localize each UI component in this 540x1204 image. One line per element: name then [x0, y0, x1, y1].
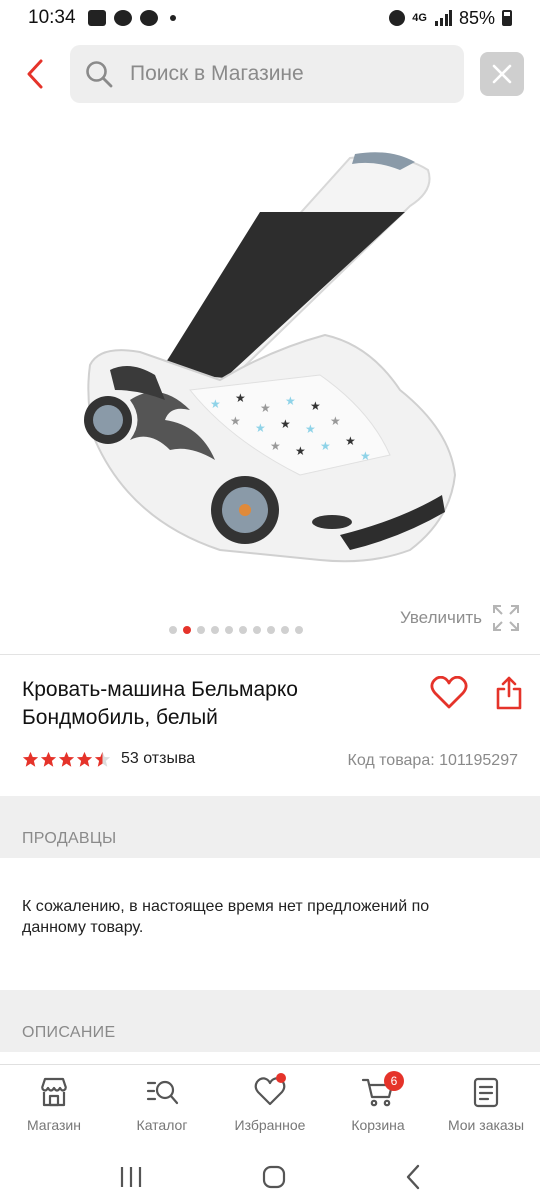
status-time: 10:34: [28, 7, 76, 28]
app-notification-icon: [139, 10, 158, 26]
svg-text:★: ★: [310, 399, 321, 413]
star-icon: [40, 751, 57, 767]
store-icon: [40, 1077, 68, 1107]
no-offers-notice: К сожалению, в настоящее время нет предл…: [22, 898, 430, 936]
product-image[interactable]: ★ ★ ★ ★ ★ ★ ★ ★ ★ ★ ★ ★ ★ ★ ★: [70, 140, 470, 590]
chevron-left-icon: [27, 59, 43, 89]
nav-catalog-label: Каталог: [136, 1117, 188, 1133]
svg-text:★: ★: [260, 401, 271, 415]
zoom-label: Увеличить: [400, 608, 482, 627]
product-title: Кровать-машина Бельмарко Бондмобиль, бел…: [22, 678, 298, 729]
nav-cart-label: Корзина: [351, 1117, 405, 1133]
chat-notification-icon: [113, 10, 132, 26]
gallery-dot[interactable]: [225, 626, 233, 634]
nav-shop[interactable]: Магазин: [0, 1065, 108, 1150]
rating-stars: [22, 751, 111, 768]
nav-favorites[interactable]: Избранное: [216, 1065, 324, 1150]
gallery-dot[interactable]: [183, 626, 191, 634]
gallery-dot[interactable]: [197, 626, 205, 634]
svg-text:★: ★: [360, 449, 371, 463]
top-bar: [0, 44, 540, 104]
star-icon: [58, 751, 75, 767]
nav-catalog[interactable]: Каталог: [108, 1065, 216, 1150]
svg-text:★: ★: [255, 421, 266, 435]
gallery-dot[interactable]: [267, 626, 275, 634]
svg-text:★: ★: [235, 391, 246, 405]
svg-text:★: ★: [285, 394, 296, 408]
nav-orders-label: Мои заказы: [447, 1117, 525, 1133]
gallery-dot[interactable]: [253, 626, 261, 634]
back-nav-icon[interactable]: [404, 1164, 422, 1190]
product-sku: Код товара: 101195297: [347, 752, 519, 769]
sellers-label: ПРОДАВЦЫ: [22, 830, 117, 847]
svg-text:★: ★: [345, 434, 356, 448]
nav-shop-label: Магазин: [26, 1117, 81, 1133]
svg-text:★: ★: [295, 444, 306, 458]
svg-text:★: ★: [280, 417, 291, 431]
svg-text:★: ★: [305, 422, 316, 436]
svg-text:★: ★: [270, 439, 281, 453]
close-button[interactable]: [480, 52, 524, 96]
nav-cart[interactable]: 6 Корзина: [324, 1065, 432, 1150]
battery-percent: 85%: [458, 7, 495, 28]
network-type: 4G: [412, 12, 427, 24]
close-icon: [492, 64, 512, 84]
gallery-dot[interactable]: [281, 626, 289, 634]
heart-icon[interactable]: [430, 676, 468, 710]
alarm-icon: [389, 10, 406, 26]
svg-text:★: ★: [210, 397, 221, 411]
description-label: ОПИСАНИЕ: [22, 1024, 116, 1041]
favorites-indicator: [276, 1073, 286, 1083]
reviews-count: 53 отзыва: [121, 750, 196, 767]
share-icon[interactable]: [496, 676, 522, 710]
search-icon: [86, 61, 113, 88]
status-bar: 10:34 4G 85%: [0, 0, 540, 36]
gallery-dot[interactable]: [295, 626, 303, 634]
home-icon[interactable]: [261, 1164, 287, 1190]
rating-row[interactable]: 53 отзыва: [22, 750, 195, 768]
more-notifications-icon: [169, 15, 176, 21]
gallery-dot[interactable]: [211, 626, 219, 634]
gallery-pagination: [0, 626, 540, 634]
bottom-nav: Магазин Каталог Избранное 6 Корзина Мои …: [0, 1064, 540, 1150]
search-box[interactable]: [70, 45, 464, 103]
nav-orders[interactable]: Мои заказы: [432, 1065, 540, 1150]
gallery-dot[interactable]: [239, 626, 247, 634]
gallery-notification-icon: [87, 10, 106, 26]
star-icon: [76, 751, 93, 767]
description-header[interactable]: [0, 990, 540, 1052]
signal-icon: [434, 10, 452, 26]
recent-apps-icon[interactable]: [118, 1165, 144, 1189]
sellers-header: [0, 796, 540, 858]
nav-favorites-label: Избранное: [234, 1117, 306, 1133]
cart-count-badge: 6: [384, 1071, 404, 1091]
svg-text:★: ★: [320, 439, 331, 453]
catalog-search-icon: [146, 1080, 179, 1105]
search-input[interactable]: [130, 62, 430, 86]
star-icon: [22, 751, 39, 767]
orders-icon: [473, 1077, 499, 1108]
divider: [0, 654, 540, 655]
star-icon: [94, 751, 111, 767]
svg-text:★: ★: [330, 414, 341, 428]
back-button[interactable]: [0, 44, 70, 104]
battery-icon: [502, 10, 512, 26]
gallery-dot[interactable]: [169, 626, 177, 634]
svg-text:★: ★: [230, 414, 241, 428]
system-navigation: [0, 1150, 540, 1204]
